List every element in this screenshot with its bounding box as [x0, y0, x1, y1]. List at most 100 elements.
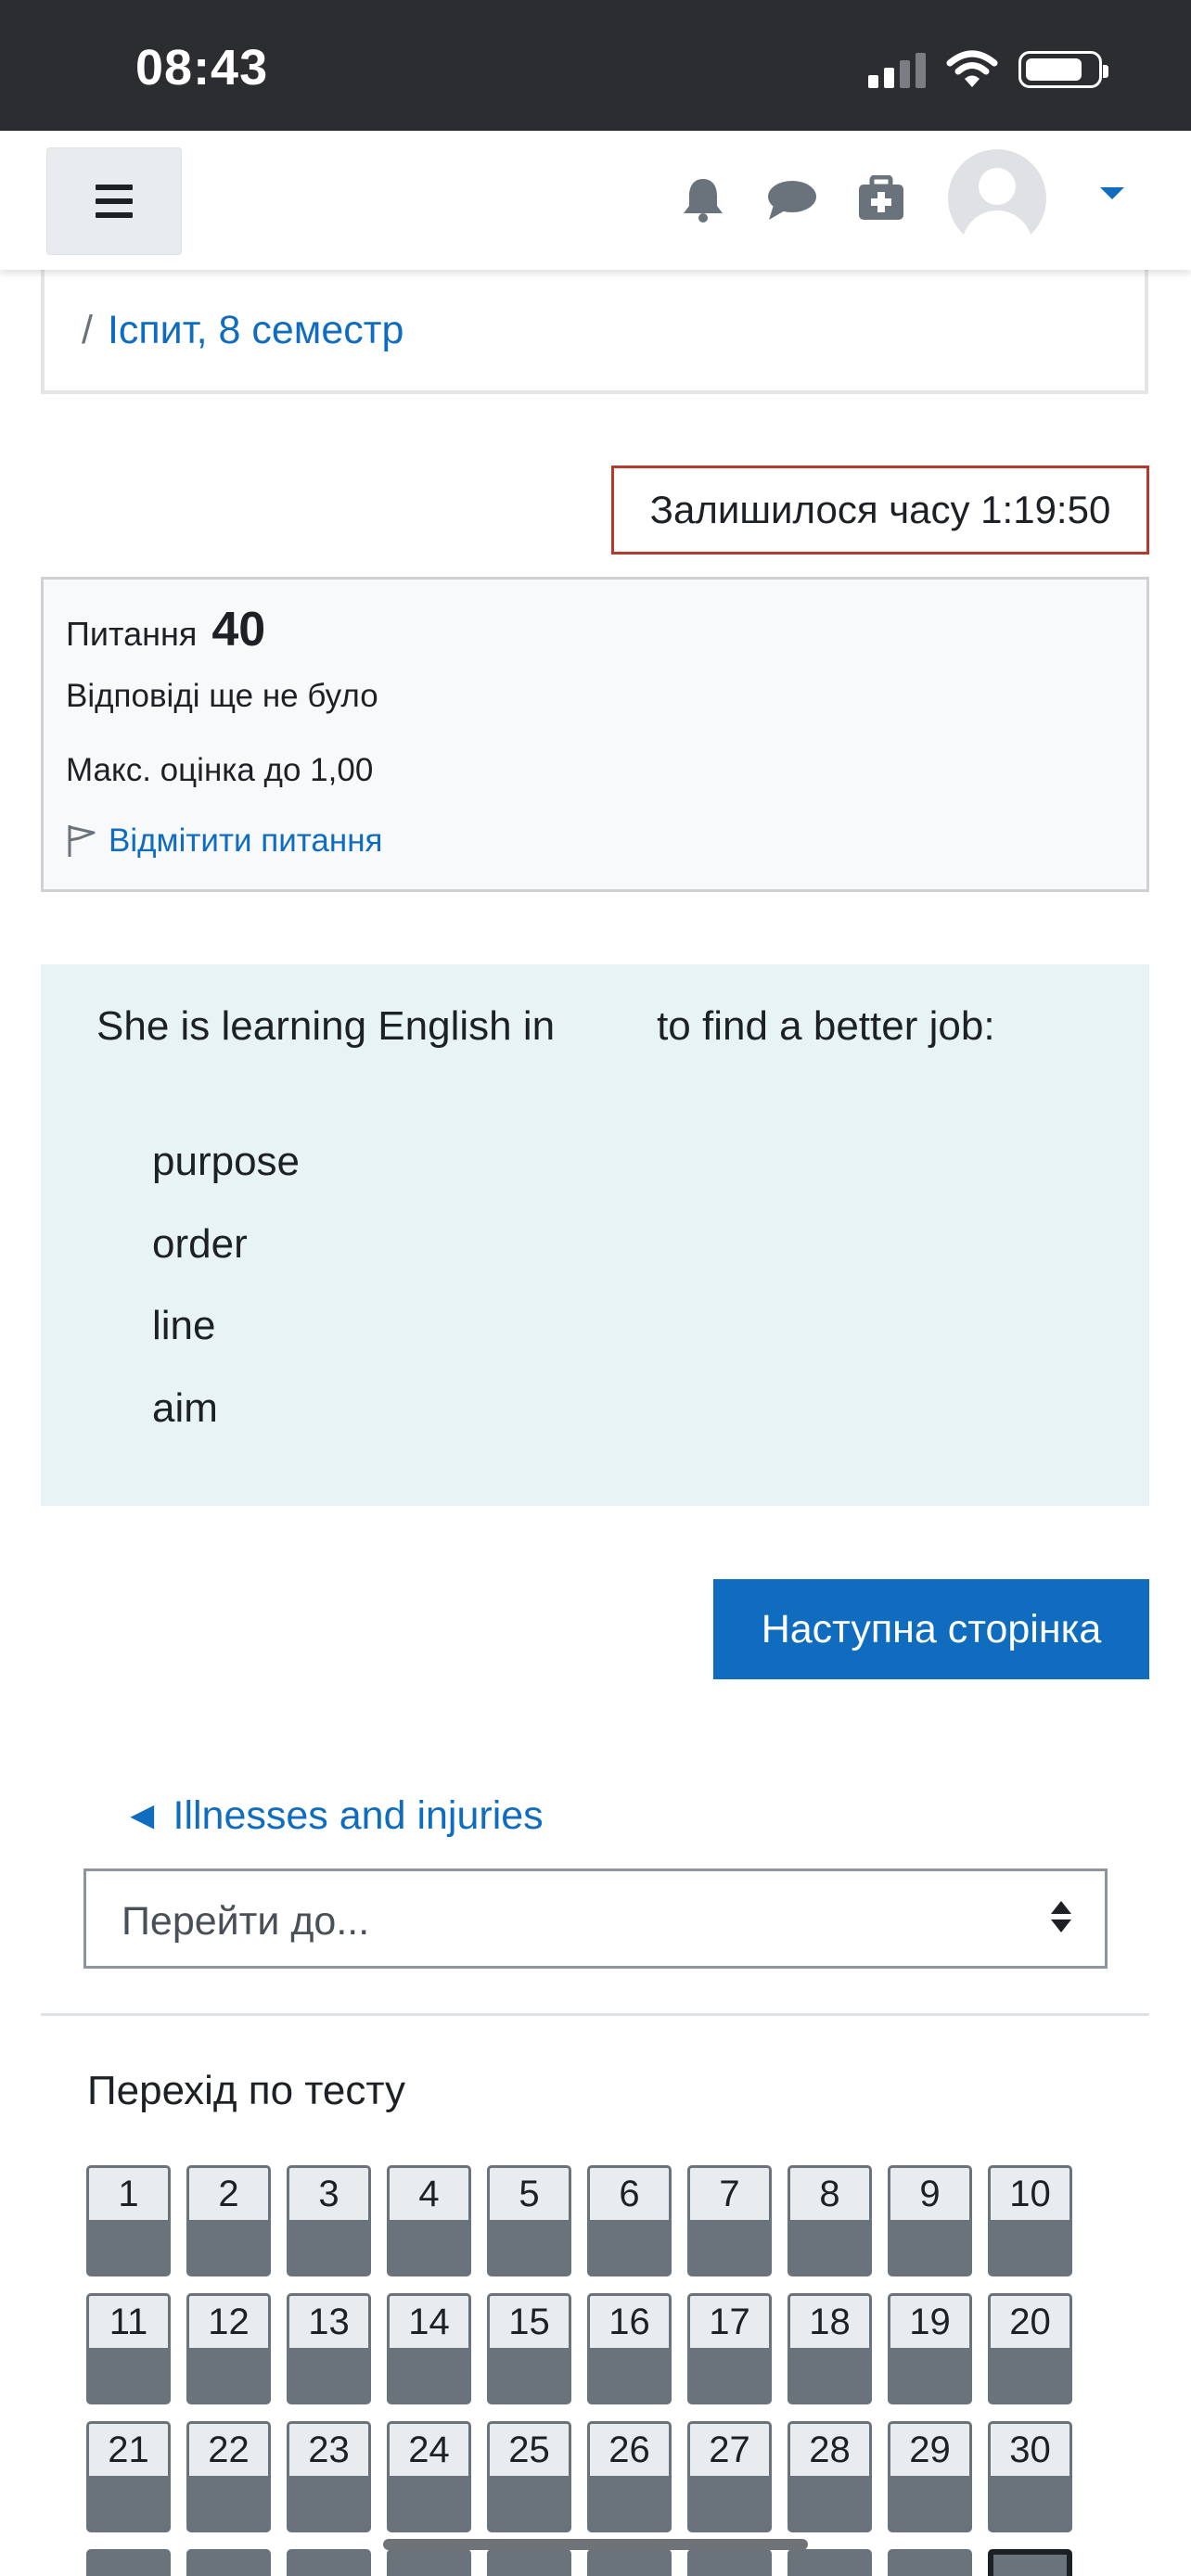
- caret-down-icon[interactable]: [1100, 187, 1124, 199]
- flag-question-label: Відмітити питання: [109, 823, 383, 859]
- answer-option[interactable]: purpose: [117, 1134, 300, 1190]
- quiz-nav-button[interactable]: 3: [287, 2165, 371, 2276]
- quiz-nav-button[interactable]: [587, 2549, 672, 2576]
- quiz-nav-number: 9: [890, 2168, 969, 2220]
- wifi-icon: [946, 50, 998, 87]
- avatar[interactable]: [948, 149, 1046, 248]
- quiz-nav-number: 17: [690, 2296, 769, 2348]
- flag-question-link[interactable]: Відмітити питання: [66, 823, 382, 860]
- next-page-button[interactable]: Наступна сторінка: [713, 1579, 1149, 1679]
- jump-to-placeholder: Перейти до...: [122, 1899, 370, 1944]
- quiz-nav-button[interactable]: 4: [387, 2165, 471, 2276]
- quiz-nav-button[interactable]: 30: [988, 2421, 1072, 2532]
- quiz-nav-button[interactable]: 17: [687, 2293, 772, 2404]
- quiz-nav-button[interactable]: 29: [888, 2421, 972, 2532]
- chat-bubble-icon[interactable]: [766, 179, 818, 222]
- question-prompt: She is learning English in to find a bett…: [96, 1003, 995, 1050]
- radio-button[interactable]: [117, 1239, 128, 1250]
- hamburger-menu-icon[interactable]: [46, 147, 182, 255]
- prompt-text-after: to find a better job:: [657, 1003, 995, 1049]
- quiz-nav-button[interactable]: 15: [487, 2293, 571, 2404]
- top-navbar: [0, 131, 1191, 270]
- breadcrumb-card: / Іспит, 8 семестр: [41, 250, 1148, 394]
- breadcrumb: / Іспит, 8 семестр: [82, 308, 403, 353]
- quiz-nav-button[interactable]: 27: [687, 2421, 772, 2532]
- quiz-nav-number: 27: [690, 2424, 769, 2476]
- quiz-nav-button[interactable]: [888, 2549, 972, 2576]
- quiz-nav-number: 11: [89, 2296, 168, 2348]
- radio-button[interactable]: [117, 1156, 128, 1167]
- breadcrumb-link-exam[interactable]: Іспит, 8 семестр: [108, 308, 403, 352]
- breadcrumb-separator: /: [82, 308, 93, 352]
- quiz-nav-number: 25: [490, 2424, 569, 2476]
- status-icons: [868, 48, 1108, 91]
- question-content: She is learning English in to find a bett…: [41, 964, 1149, 1506]
- quiz-nav-number: 16: [590, 2296, 669, 2348]
- quiz-nav-button[interactable]: 24: [387, 2421, 471, 2532]
- quiz-nav-number: 6: [590, 2168, 669, 2220]
- quiz-nav-number: 4: [390, 2168, 468, 2220]
- quiz-nav-button[interactable]: [788, 2549, 872, 2576]
- quiz-nav-number: 30: [991, 2424, 1069, 2476]
- quiz-nav-button[interactable]: 1: [86, 2165, 171, 2276]
- quiz-nav-button[interactable]: 21: [86, 2421, 171, 2532]
- answer-option[interactable]: line: [117, 1298, 216, 1354]
- quiz-nav-button[interactable]: 20: [988, 2293, 1072, 2404]
- quiz-nav-button[interactable]: 26: [587, 2421, 672, 2532]
- jump-to-select[interactable]: Перейти до...: [83, 1868, 1108, 1969]
- question-max-grade: Макс. оцінка до 1,00: [66, 752, 374, 788]
- quiz-nav-number: 15: [490, 2296, 569, 2348]
- quiz-nav-button[interactable]: [186, 2549, 271, 2576]
- answer-label: line: [152, 1303, 216, 1348]
- quiz-nav-number: 21: [89, 2424, 168, 2476]
- quiz-nav-button[interactable]: 7: [687, 2165, 772, 2276]
- quiz-nav-number: 12: [189, 2296, 268, 2348]
- quiz-nav-button[interactable]: [687, 2549, 772, 2576]
- answer-option[interactable]: order: [117, 1217, 248, 1272]
- quiz-nav-button-current[interactable]: [988, 2549, 1072, 2576]
- quiz-navigation-title: Перехід по тесту: [87, 2068, 406, 2113]
- quiz-nav-number: 1: [89, 2168, 168, 2220]
- quiz-nav-button[interactable]: 18: [788, 2293, 872, 2404]
- quiz-nav-number: 23: [289, 2424, 368, 2476]
- quiz-nav-number: 8: [790, 2168, 869, 2220]
- quiz-nav-number: 19: [890, 2296, 969, 2348]
- first-aid-kit-icon[interactable]: [857, 175, 905, 222]
- quiz-nav-button[interactable]: 25: [487, 2421, 571, 2532]
- quiz-nav-button[interactable]: [387, 2549, 471, 2576]
- quiz-nav-button[interactable]: [86, 2549, 171, 2576]
- quiz-nav-button[interactable]: 13: [287, 2293, 371, 2404]
- quiz-nav-button[interactable]: 23: [287, 2421, 371, 2532]
- quiz-nav-button[interactable]: 12: [186, 2293, 271, 2404]
- quiz-nav-button[interactable]: 14: [387, 2293, 471, 2404]
- quiz-nav-button[interactable]: 11: [86, 2293, 171, 2404]
- quiz-nav-number: 18: [790, 2296, 869, 2348]
- quiz-timer: Залишилося часу 1:19:50: [611, 465, 1149, 555]
- quiz-nav-button[interactable]: 5: [487, 2165, 571, 2276]
- question-label: Питання: [66, 615, 198, 653]
- quiz-nav-button[interactable]: 9: [888, 2165, 972, 2276]
- bell-icon[interactable]: [681, 175, 725, 223]
- answer-label: aim: [152, 1385, 218, 1431]
- quiz-nav-button[interactable]: [487, 2549, 571, 2576]
- quiz-nav-button[interactable]: [287, 2549, 371, 2576]
- prompt-text-before: She is learning English in: [96, 1003, 556, 1049]
- quiz-nav-button[interactable]: 16: [587, 2293, 672, 2404]
- quiz-nav-button[interactable]: 22: [186, 2421, 271, 2532]
- quiz-nav-number: 26: [590, 2424, 669, 2476]
- question-state: Відповіді ще не було: [66, 678, 378, 714]
- quiz-nav-button[interactable]: 28: [788, 2421, 872, 2532]
- status-bar: 08:43: [0, 0, 1191, 131]
- radio-button[interactable]: [117, 1320, 128, 1332]
- radio-button[interactable]: [117, 1403, 128, 1414]
- answer-option[interactable]: aim: [117, 1381, 218, 1436]
- question-number: Питання 40: [66, 602, 265, 657]
- quiz-nav-button[interactable]: 8: [788, 2165, 872, 2276]
- previous-activity-link[interactable]: ◄ Illnesses and injuries: [122, 1793, 544, 1839]
- quiz-nav-button[interactable]: 2: [186, 2165, 271, 2276]
- quiz-nav-number: 28: [790, 2424, 869, 2476]
- home-indicator: [383, 2539, 808, 2550]
- quiz-nav-button[interactable]: 10: [988, 2165, 1072, 2276]
- quiz-nav-button[interactable]: 19: [888, 2293, 972, 2404]
- quiz-nav-button[interactable]: 6: [587, 2165, 672, 2276]
